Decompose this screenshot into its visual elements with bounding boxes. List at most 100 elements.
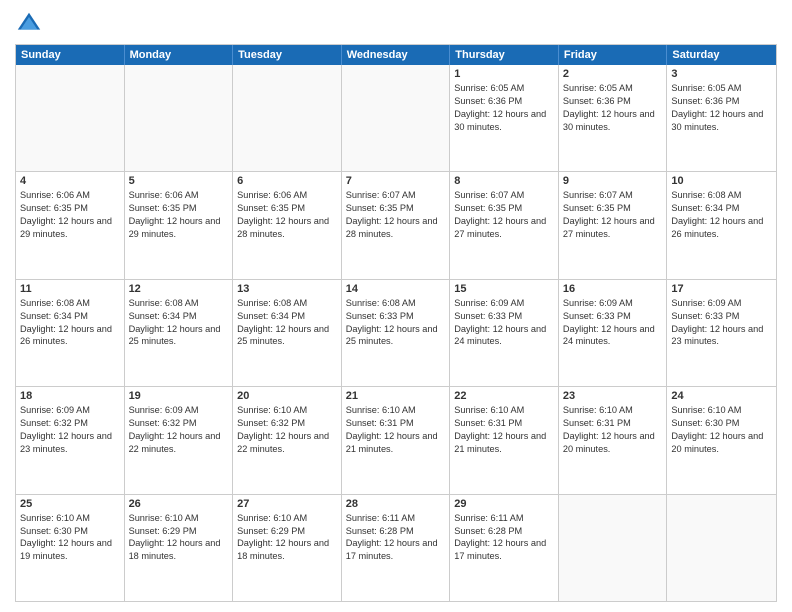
calendar-week-3: 11 Sunrise: 6:08 AMSunset: 6:34 PMDayligh… bbox=[16, 280, 776, 387]
calendar-cell: 19Sunrise: 6:09 AMSunset: 6:32 PMDayligh… bbox=[125, 387, 234, 493]
calendar-cell: 14 Sunrise: 6:08 AMSunset: 6:33 PMDayligh… bbox=[342, 280, 451, 386]
cell-info: Sunrise: 6:08 AMSunset: 6:34 PMDaylight:… bbox=[671, 189, 772, 241]
day-number: 10 bbox=[671, 175, 772, 187]
cell-info: Sunrise: 6:09 AMSunset: 6:32 PMDaylight:… bbox=[20, 404, 120, 456]
calendar-cell: 11 Sunrise: 6:08 AMSunset: 6:34 PMDayligh… bbox=[16, 280, 125, 386]
day-header-tuesday: Tuesday bbox=[233, 45, 342, 65]
day-number: 27 bbox=[237, 498, 337, 510]
calendar-cell bbox=[233, 65, 342, 171]
cell-info: Sunrise: 6:07 AMSunset: 6:35 PMDaylight:… bbox=[454, 189, 554, 241]
day-number: 14 bbox=[346, 283, 446, 295]
page: SundayMondayTuesdayWednesdayThursdayFrid… bbox=[0, 0, 792, 612]
cell-info: Sunrise: 6:09 AMSunset: 6:33 PMDaylight:… bbox=[671, 297, 772, 349]
day-number: 12 bbox=[129, 283, 229, 295]
calendar-cell: 13 Sunrise: 6:08 AMSunset: 6:34 PMDayligh… bbox=[233, 280, 342, 386]
calendar-cell: 27 Sunrise: 6:10 AMSunset: 6:29 PMDayligh… bbox=[233, 495, 342, 601]
cell-info: Sunrise: 6:11 AMSunset: 6:28 PMDaylight:… bbox=[346, 512, 446, 564]
day-number: 1 bbox=[454, 68, 554, 80]
calendar-cell bbox=[16, 65, 125, 171]
day-header-wednesday: Wednesday bbox=[342, 45, 451, 65]
day-number: 18 bbox=[20, 390, 120, 402]
cell-info: Sunrise: 6:11 AMSunset: 6:28 PMDaylight:… bbox=[454, 512, 554, 564]
cell-info: Sunrise: 6:10 AMSunset: 6:30 PMDaylight:… bbox=[671, 404, 772, 456]
cell-info: Sunrise: 6:05 AMSunset: 6:36 PMDaylight:… bbox=[671, 82, 772, 134]
cell-info: Sunrise: 6:09 AMSunset: 6:32 PMDaylight:… bbox=[129, 404, 229, 456]
day-number: 11 bbox=[20, 283, 120, 295]
calendar-cell: 4 Sunrise: 6:06 AMSunset: 6:35 PMDaylight… bbox=[16, 172, 125, 278]
calendar-cell: 16Sunrise: 6:09 AMSunset: 6:33 PMDayligh… bbox=[559, 280, 668, 386]
day-number: 9 bbox=[563, 175, 663, 187]
calendar-week-1: 1 Sunrise: 6:05 AMSunset: 6:36 PMDaylight… bbox=[16, 65, 776, 172]
day-number: 3 bbox=[671, 68, 772, 80]
day-number: 4 bbox=[20, 175, 120, 187]
calendar-cell: 17 Sunrise: 6:09 AMSunset: 6:33 PMDayligh… bbox=[667, 280, 776, 386]
day-number: 8 bbox=[454, 175, 554, 187]
day-number: 24 bbox=[671, 390, 772, 402]
logo bbox=[15, 10, 47, 38]
calendar-cell bbox=[667, 495, 776, 601]
day-number: 5 bbox=[129, 175, 229, 187]
header bbox=[15, 10, 777, 38]
calendar-cell: 12 Sunrise: 6:08 AMSunset: 6:34 PMDayligh… bbox=[125, 280, 234, 386]
calendar: SundayMondayTuesdayWednesdayThursdayFrid… bbox=[15, 44, 777, 602]
cell-info: Sunrise: 6:10 AMSunset: 6:29 PMDaylight:… bbox=[129, 512, 229, 564]
cell-info: Sunrise: 6:10 AMSunset: 6:29 PMDaylight:… bbox=[237, 512, 337, 564]
cell-info: Sunrise: 6:10 AMSunset: 6:31 PMDaylight:… bbox=[563, 404, 663, 456]
calendar-cell: 29 Sunrise: 6:11 AMSunset: 6:28 PMDayligh… bbox=[450, 495, 559, 601]
calendar-cell: 6 Sunrise: 6:06 AMSunset: 6:35 PMDaylight… bbox=[233, 172, 342, 278]
day-number: 29 bbox=[454, 498, 554, 510]
day-header-monday: Monday bbox=[125, 45, 234, 65]
calendar-cell: 10 Sunrise: 6:08 AMSunset: 6:34 PMDayligh… bbox=[667, 172, 776, 278]
calendar-cell: 9 Sunrise: 6:07 AMSunset: 6:35 PMDaylight… bbox=[559, 172, 668, 278]
calendar-body: 1 Sunrise: 6:05 AMSunset: 6:36 PMDaylight… bbox=[16, 65, 776, 601]
cell-info: Sunrise: 6:06 AMSunset: 6:35 PMDaylight:… bbox=[237, 189, 337, 241]
day-number: 21 bbox=[346, 390, 446, 402]
cell-info: Sunrise: 6:09 AMSunset: 6:33 PMDaylight:… bbox=[454, 297, 554, 349]
calendar-cell: 22 Sunrise: 6:10 AMSunset: 6:31 PMDayligh… bbox=[450, 387, 559, 493]
calendar-week-4: 18 Sunrise: 6:09 AMSunset: 6:32 PMDayligh… bbox=[16, 387, 776, 494]
cell-info: Sunrise: 6:08 AMSunset: 6:34 PMDaylight:… bbox=[237, 297, 337, 349]
calendar-cell: 18 Sunrise: 6:09 AMSunset: 6:32 PMDayligh… bbox=[16, 387, 125, 493]
day-number: 13 bbox=[237, 283, 337, 295]
calendar-cell: 21Sunrise: 6:10 AMSunset: 6:31 PMDayligh… bbox=[342, 387, 451, 493]
cell-info: Sunrise: 6:08 AMSunset: 6:34 PMDaylight:… bbox=[129, 297, 229, 349]
day-number: 7 bbox=[346, 175, 446, 187]
calendar-cell: 26 Sunrise: 6:10 AMSunset: 6:29 PMDayligh… bbox=[125, 495, 234, 601]
cell-info: Sunrise: 6:06 AMSunset: 6:35 PMDaylight:… bbox=[20, 189, 120, 241]
calendar-cell: 3 Sunrise: 6:05 AMSunset: 6:36 PMDaylight… bbox=[667, 65, 776, 171]
day-number: 22 bbox=[454, 390, 554, 402]
day-number: 2 bbox=[563, 68, 663, 80]
calendar-cell: 5 Sunrise: 6:06 AMSunset: 6:35 PMDaylight… bbox=[125, 172, 234, 278]
day-number: 23 bbox=[563, 390, 663, 402]
cell-info: Sunrise: 6:08 AMSunset: 6:33 PMDaylight:… bbox=[346, 297, 446, 349]
calendar-cell: 23 Sunrise: 6:10 AMSunset: 6:31 PMDayligh… bbox=[559, 387, 668, 493]
calendar-cell: 2 Sunrise: 6:05 AMSunset: 6:36 PMDaylight… bbox=[559, 65, 668, 171]
day-header-friday: Friday bbox=[559, 45, 668, 65]
day-number: 25 bbox=[20, 498, 120, 510]
day-number: 20 bbox=[237, 390, 337, 402]
cell-info: Sunrise: 6:06 AMSunset: 6:35 PMDaylight:… bbox=[129, 189, 229, 241]
calendar-cell bbox=[125, 65, 234, 171]
calendar-cell: 15 Sunrise: 6:09 AMSunset: 6:33 PMDayligh… bbox=[450, 280, 559, 386]
day-header-saturday: Saturday bbox=[667, 45, 776, 65]
calendar-cell: 1Sunrise: 6:05 AMSunset: 6:36 PMDaylight… bbox=[450, 65, 559, 171]
day-number: 15 bbox=[454, 283, 554, 295]
day-header-sunday: Sunday bbox=[16, 45, 125, 65]
calendar-cell: 20 Sunrise: 6:10 AMSunset: 6:32 PMDayligh… bbox=[233, 387, 342, 493]
calendar-week-2: 4 Sunrise: 6:06 AMSunset: 6:35 PMDaylight… bbox=[16, 172, 776, 279]
cell-info: Sunrise: 6:07 AMSunset: 6:35 PMDaylight:… bbox=[346, 189, 446, 241]
day-number: 26 bbox=[129, 498, 229, 510]
logo-icon bbox=[15, 10, 43, 38]
cell-info: Sunrise: 6:09 AMSunset: 6:33 PMDaylight:… bbox=[563, 297, 663, 349]
cell-info: Sunrise: 6:10 AMSunset: 6:31 PMDaylight:… bbox=[454, 404, 554, 456]
cell-info: Sunrise: 6:08 AMSunset: 6:34 PMDaylight:… bbox=[20, 297, 120, 349]
calendar-week-5: 25Sunrise: 6:10 AMSunset: 6:30 PMDayligh… bbox=[16, 495, 776, 601]
cell-info: Sunrise: 6:05 AMSunset: 6:36 PMDaylight:… bbox=[563, 82, 663, 134]
day-number: 17 bbox=[671, 283, 772, 295]
calendar-cell: 28Sunrise: 6:11 AMSunset: 6:28 PMDayligh… bbox=[342, 495, 451, 601]
day-header-thursday: Thursday bbox=[450, 45, 559, 65]
calendar-cell bbox=[342, 65, 451, 171]
day-number: 6 bbox=[237, 175, 337, 187]
cell-info: Sunrise: 6:07 AMSunset: 6:35 PMDaylight:… bbox=[563, 189, 663, 241]
cell-info: Sunrise: 6:10 AMSunset: 6:32 PMDaylight:… bbox=[237, 404, 337, 456]
